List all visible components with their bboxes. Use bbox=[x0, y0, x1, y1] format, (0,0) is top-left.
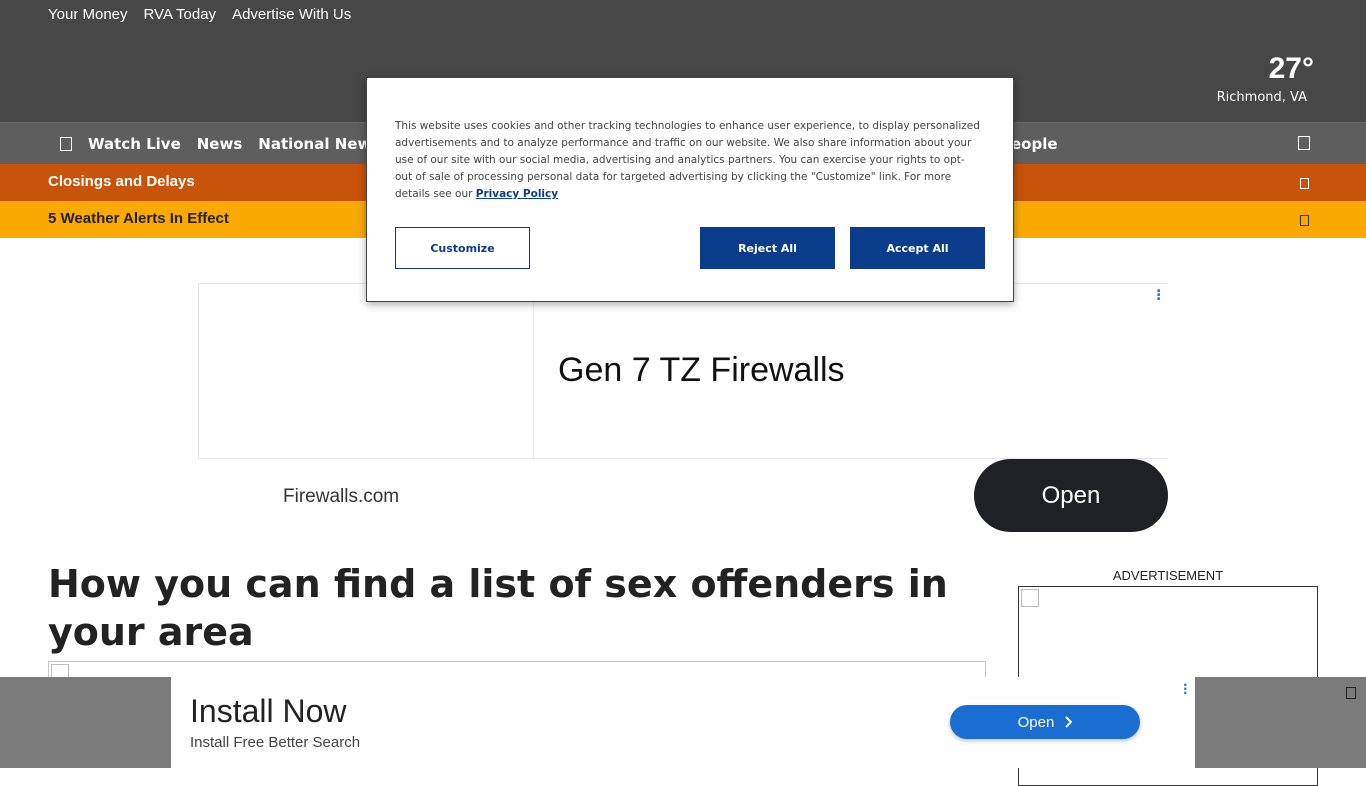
nav-item-news[interactable]: News bbox=[197, 135, 243, 153]
ad-headline[interactable]: Gen 7 TZ Firewalls bbox=[558, 351, 845, 390]
menu-icon[interactable] bbox=[60, 137, 72, 151]
ad-open-button[interactable]: Open bbox=[974, 459, 1168, 532]
top-links: Your Money RVA Today Advertise With Us bbox=[48, 6, 351, 23]
close-icon[interactable] bbox=[1346, 687, 1356, 699]
search-icon[interactable] bbox=[1298, 136, 1310, 150]
broken-image-icon bbox=[1021, 589, 1039, 607]
weather-location: Richmond, VA bbox=[1216, 90, 1307, 105]
ad-options-icon[interactable]: ... bbox=[1183, 676, 1188, 696]
sticky-ad[interactable]: Install Now Install Free Better Search O… bbox=[171, 676, 1195, 768]
customize-button[interactable]: Customize bbox=[395, 227, 530, 269]
sidebar-ad-label: ADVERTISEMENT bbox=[1112, 568, 1224, 583]
ad-options-icon[interactable]: ... bbox=[1156, 281, 1161, 303]
ad-domain[interactable]: Firewalls.com bbox=[283, 486, 399, 508]
chevron-right-icon bbox=[1300, 215, 1309, 226]
nav-item-watch-live[interactable]: Watch Live bbox=[88, 135, 181, 153]
sticky-ad-open-button[interactable]: Open bbox=[950, 705, 1140, 739]
sticky-ad-headline[interactable]: Install Now bbox=[190, 693, 347, 730]
weather-alerts-label: 5 Weather Alerts In Effect bbox=[48, 210, 229, 227]
consent-text: This website uses cookies and other trac… bbox=[395, 118, 981, 203]
cookie-consent-dialog: This website uses cookies and other trac… bbox=[366, 77, 1014, 302]
reject-all-button[interactable]: Reject All bbox=[700, 227, 835, 269]
chevron-right-icon bbox=[1300, 178, 1309, 189]
accept-all-button[interactable]: Accept All bbox=[850, 227, 985, 269]
weather-widget[interactable]: 27° Richmond, VA bbox=[1217, 52, 1314, 105]
chevron-right-icon bbox=[1065, 716, 1073, 728]
sticky-ad-open-label: Open bbox=[1017, 713, 1055, 731]
ad-divider bbox=[533, 284, 534, 460]
top-link-your-money[interactable]: Your Money bbox=[48, 6, 128, 23]
weather-temp: 27° bbox=[1268, 52, 1314, 85]
closings-label: Closings and Delays bbox=[48, 173, 195, 190]
nav-item-national-news[interactable]: National News bbox=[258, 135, 380, 153]
sticky-ad-subtext: Install Free Better Search bbox=[190, 734, 361, 751]
top-link-advertise[interactable]: Advertise With Us bbox=[232, 6, 351, 23]
privacy-policy-link[interactable]: Privacy Policy bbox=[476, 188, 558, 200]
article-title: How you can find a list of sex offenders… bbox=[48, 562, 948, 654]
top-link-rva-today[interactable]: RVA Today bbox=[144, 6, 217, 23]
